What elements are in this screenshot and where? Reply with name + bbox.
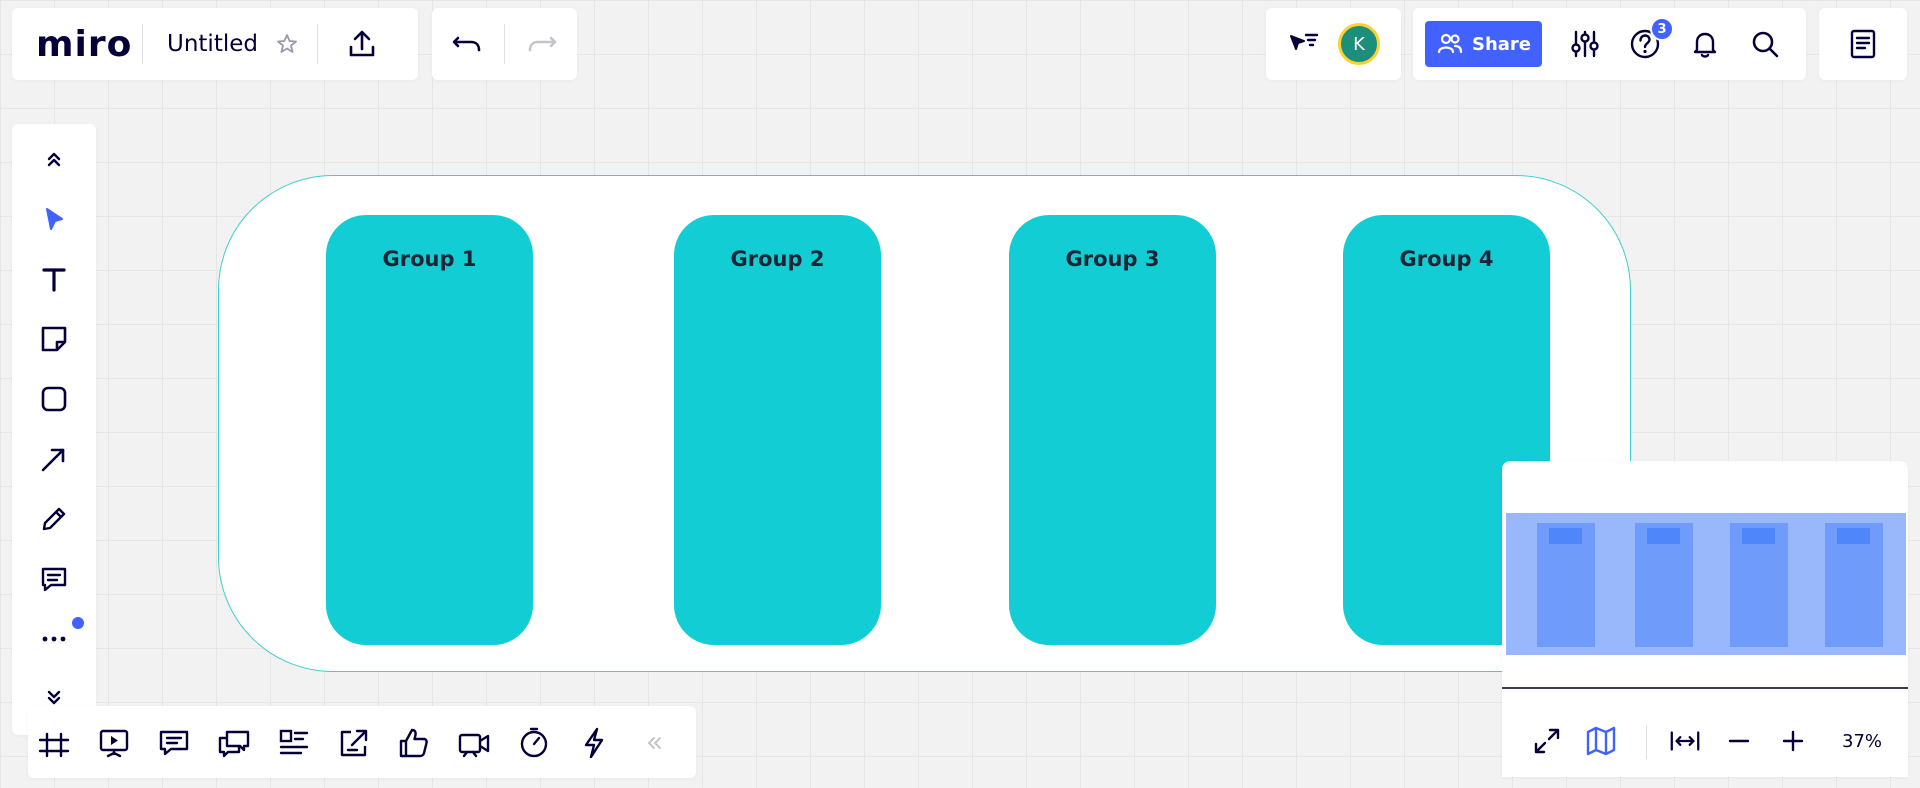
group-label: Group 2 [730, 247, 825, 271]
avatar[interactable]: K [1338, 23, 1380, 65]
frames-icon[interactable] [36, 725, 72, 761]
collapse-up-icon[interactable] [32, 138, 76, 182]
users-icon [1436, 30, 1464, 58]
minimap-group [1635, 523, 1693, 647]
board-header-panel: miro Untitled [12, 8, 418, 80]
new-feature-dot [72, 617, 84, 629]
cards-icon[interactable] [276, 725, 312, 761]
text-icon[interactable] [32, 257, 76, 301]
star-icon[interactable] [275, 32, 299, 56]
board-title[interactable]: Untitled [167, 31, 258, 57]
minimap-group [1537, 523, 1595, 647]
minimap-group [1825, 523, 1883, 647]
timer-icon[interactable] [516, 725, 552, 761]
group-label: Group 3 [1065, 247, 1160, 271]
cursor-filter-icon[interactable] [1286, 27, 1320, 61]
miro-logo[interactable]: miro [36, 24, 142, 65]
upload-icon[interactable] [346, 28, 378, 60]
sticky-note-icon[interactable] [32, 317, 76, 361]
arrow-icon[interactable] [32, 437, 76, 481]
chat-icon[interactable] [216, 725, 252, 761]
minimap-viewport[interactable] [1506, 513, 1906, 655]
minimap-panel: 37% [1502, 461, 1908, 777]
presentation-icon[interactable] [96, 725, 132, 761]
comment-icon[interactable] [32, 557, 76, 601]
minimap-group-label [1647, 528, 1680, 544]
share-button[interactable]: Share [1425, 21, 1542, 67]
zoom-in-icon[interactable] [1776, 724, 1810, 758]
lightning-icon[interactable] [576, 725, 612, 761]
video-icon[interactable] [456, 725, 492, 761]
group-3-card[interactable]: Group 3 [1009, 215, 1216, 645]
zoom-level[interactable]: 37% [1842, 731, 1882, 752]
settings-sliders-icon[interactable] [1568, 27, 1602, 61]
zoom-out-icon[interactable] [1722, 724, 1756, 758]
undo-icon[interactable] [450, 27, 484, 61]
more-icon[interactable] [32, 617, 76, 661]
search-icon[interactable] [1748, 27, 1782, 61]
fit-width-icon[interactable] [1668, 724, 1702, 758]
divider [1646, 725, 1647, 759]
group-label: Group 1 [382, 247, 477, 271]
divider [316, 24, 318, 64]
group-1-card[interactable]: Group 1 [326, 215, 533, 645]
history-panel [432, 8, 577, 80]
share-out-icon[interactable] [336, 725, 372, 761]
redo-icon[interactable] [525, 27, 559, 61]
comments-icon[interactable] [156, 725, 192, 761]
notification-badge: 3 [1650, 17, 1674, 41]
map-icon[interactable] [1584, 724, 1618, 758]
notes-panel [1819, 8, 1907, 80]
minimap-group-label [1837, 528, 1870, 544]
minimap-group [1730, 523, 1788, 647]
share-label: Share [1471, 33, 1531, 55]
divider [142, 24, 143, 64]
minimap-divider [1502, 687, 1908, 689]
actions-panel: Share 3 [1413, 8, 1806, 80]
notes-icon[interactable] [1846, 27, 1880, 61]
voting-icon[interactable] [396, 725, 432, 761]
creation-toolbar [12, 124, 96, 735]
divider [504, 24, 505, 64]
group-2-card[interactable]: Group 2 [674, 215, 881, 645]
shape-icon[interactable] [32, 377, 76, 421]
select-icon[interactable] [32, 197, 76, 241]
presence-panel: K [1266, 8, 1401, 80]
minimap-group-label [1549, 528, 1582, 544]
pen-icon[interactable] [32, 497, 76, 541]
help-icon[interactable]: 3 [1628, 17, 1674, 61]
bell-icon[interactable] [1688, 27, 1722, 61]
collaboration-toolbar [28, 706, 696, 778]
fullscreen-icon[interactable] [1530, 724, 1564, 758]
collapse-left-icon[interactable] [636, 725, 672, 761]
group-label: Group 4 [1399, 247, 1494, 271]
minimap-group-label [1742, 528, 1775, 544]
